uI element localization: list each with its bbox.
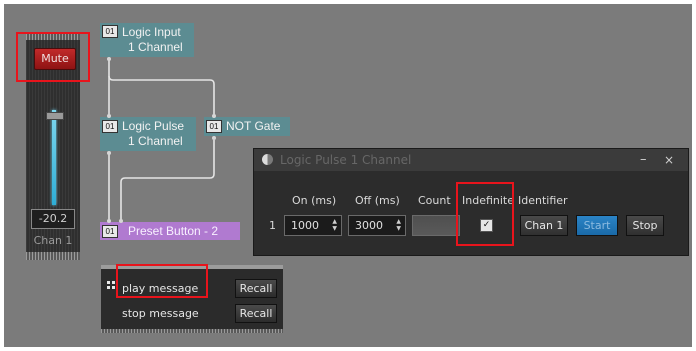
close-icon[interactable]: × xyxy=(664,149,674,171)
column-header-off: Off (ms) xyxy=(355,194,400,207)
node-subtitle: 1 Channel xyxy=(128,134,183,148)
app-icon xyxy=(262,154,273,165)
column-header-on: On (ms) xyxy=(292,194,337,207)
off-ms-value: 3000 xyxy=(355,219,383,232)
stop-button[interactable]: Stop xyxy=(626,215,664,236)
channel-label: Chan 1 xyxy=(33,234,73,247)
node-title: Preset Button - 2 xyxy=(128,224,219,238)
strip-bottom-hatch xyxy=(26,252,80,260)
spinner-arrows-icon[interactable]: ▲ ▼ xyxy=(396,218,401,232)
stop-message-label: stop message xyxy=(122,307,199,320)
output-port[interactable] xyxy=(212,136,216,140)
spinner-arrows-icon[interactable]: ▲ ▼ xyxy=(332,218,337,232)
node-title: Logic Pulse xyxy=(122,119,185,133)
input-port[interactable] xyxy=(212,114,216,118)
fader-track[interactable] xyxy=(52,110,56,205)
channel-badge: 01 xyxy=(102,120,118,133)
output-port[interactable] xyxy=(107,57,111,61)
node-subtitle: 1 Channel xyxy=(128,40,183,54)
stop-recall-button[interactable]: Recall xyxy=(235,304,277,323)
input-port[interactable] xyxy=(119,219,123,223)
identifier-button[interactable]: Chan 1 xyxy=(520,215,568,236)
start-button[interactable]: Start xyxy=(576,215,618,236)
on-ms-spinner[interactable]: 1000 ▲ ▼ xyxy=(284,215,342,236)
fader-value-field[interactable]: -20.2 xyxy=(31,209,75,229)
column-header-identifier: Identifier xyxy=(518,194,568,207)
drag-grip-icon[interactable] xyxy=(107,281,116,290)
patch-canvas[interactable]: Mute -20.2 Chan 1 01 Logic Input 1 Chann… xyxy=(4,4,692,347)
highlight-indefinite xyxy=(456,182,514,246)
node-body: 01 Logic Input 1 Channel xyxy=(100,23,194,57)
highlight-mute xyxy=(16,32,90,82)
fader-knob[interactable] xyxy=(46,112,64,120)
dialog-title: Logic Pulse 1 Channel xyxy=(280,153,412,167)
node-title: Logic Input xyxy=(122,25,181,39)
channel-badge: 01 xyxy=(102,225,118,238)
play-recall-button[interactable]: Recall xyxy=(235,279,277,298)
node-title: NOT Gate xyxy=(226,119,281,133)
column-header-count: Count xyxy=(418,194,451,207)
off-ms-spinner[interactable]: 3000 ▲ ▼ xyxy=(348,215,406,236)
node-body: 01 Logic Pulse 1 Channel xyxy=(100,117,196,151)
row-number: 1 xyxy=(269,219,276,232)
input-port[interactable] xyxy=(107,219,111,223)
highlight-play-message xyxy=(116,264,208,298)
minimize-icon[interactable]: – xyxy=(640,149,647,171)
output-port[interactable] xyxy=(107,151,111,155)
channel-badge: 01 xyxy=(206,120,222,133)
channel-badge: 01 xyxy=(102,25,118,38)
panel-bottom-hatch xyxy=(101,329,283,333)
input-port[interactable] xyxy=(107,114,111,118)
node-body: 01 Preset Button - 2 xyxy=(100,222,240,240)
count-field[interactable] xyxy=(412,215,460,236)
dialog-title-bar[interactable]: Logic Pulse 1 Channel – × xyxy=(254,149,688,171)
on-ms-value: 1000 xyxy=(291,219,319,232)
node-body: 01 NOT Gate xyxy=(204,117,290,136)
